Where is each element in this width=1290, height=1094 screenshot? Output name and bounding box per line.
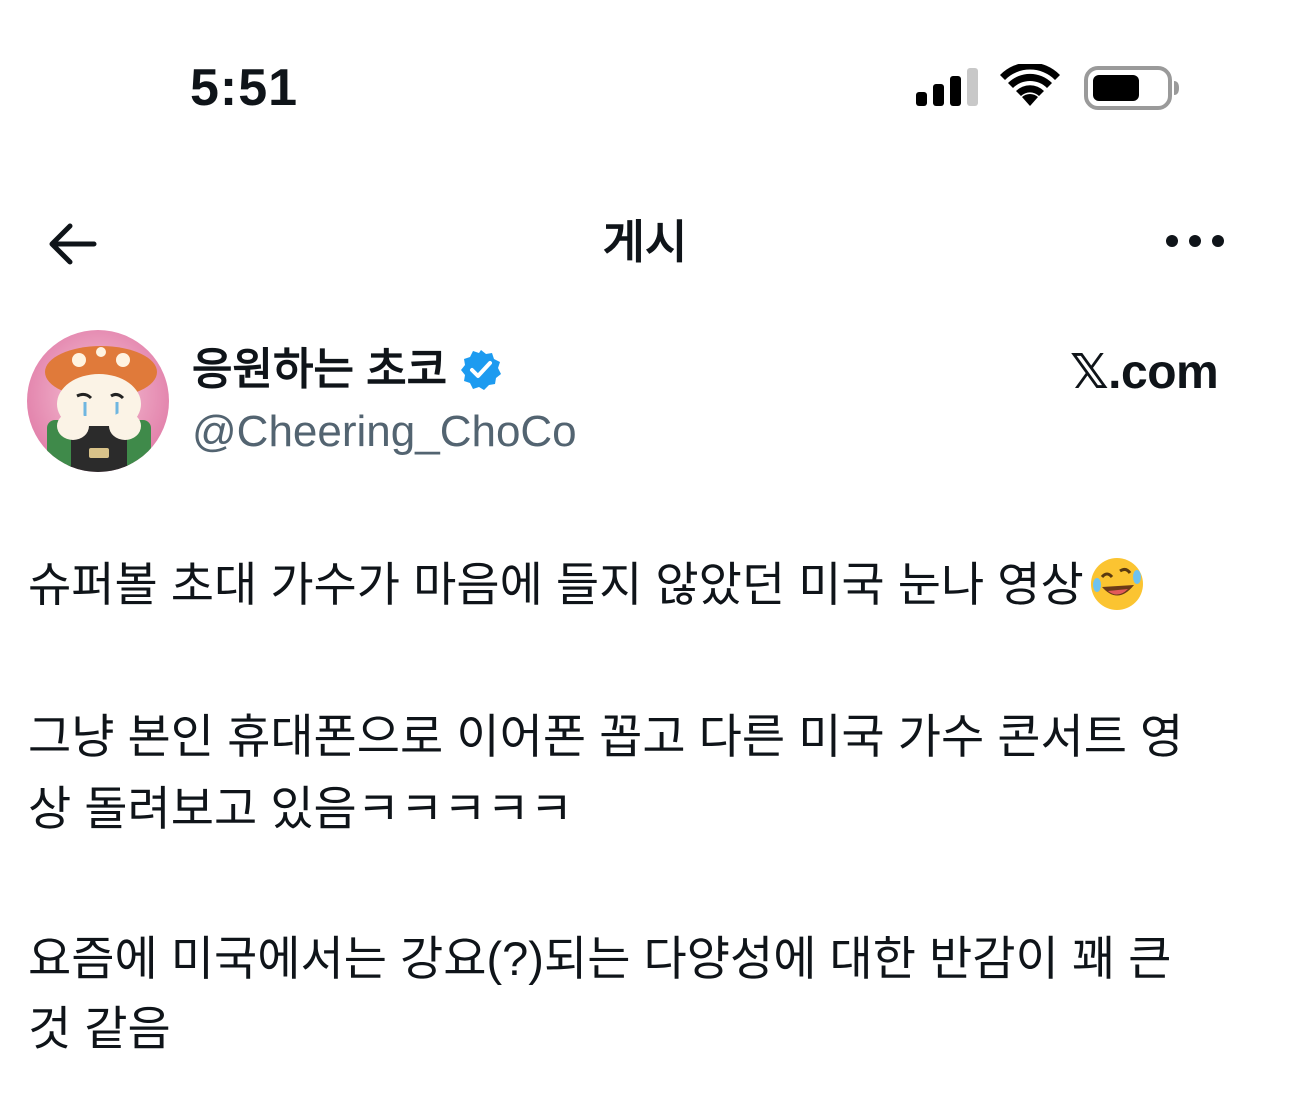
rolling-on-floor-laughing-emoji-icon (1090, 558, 1143, 610)
author-handle[interactable]: @Cheering_ChoCo (192, 404, 577, 460)
tweet-line: 것 같음 (28, 1002, 171, 1055)
tweet-line: 슈퍼볼 초대 가수가 마음에 들지 않았던 미국 눈나 영상 (28, 554, 1146, 616)
battery-icon (1084, 66, 1179, 110)
more-options-icon[interactable] (1164, 226, 1226, 256)
source-label: 𝕏.com (1070, 346, 1219, 399)
post-screen: 5:51 게시 응원하는 초코 @Cheering_ChoCo 𝕏.com 슈퍼… (0, 0, 1290, 1094)
verified-badge-icon (461, 350, 502, 390)
author-name-row[interactable]: 응원하는 초코 (192, 342, 503, 398)
avatar[interactable] (27, 330, 169, 472)
display-name[interactable]: 응원하는 초코 (192, 342, 447, 398)
page-title: 게시 (602, 216, 688, 268)
tweet-line: 요즘에 미국에서는 강요(?)되는 다양성에 대한 반감이 꽤 큰 (28, 932, 1172, 985)
status-icons (914, 62, 1184, 112)
tweet-line: 상 돌려보고 있음ㅋㅋㅋㅋㅋ (28, 782, 573, 835)
cellular-signal-icon (914, 62, 984, 112)
status-time: 5:51 (190, 59, 299, 117)
tweet-line: 그냥 본인 휴대폰으로 이어폰 꼽고 다른 미국 가수 콘서트 영 (28, 710, 1184, 763)
wifi-icon (1000, 64, 1060, 106)
